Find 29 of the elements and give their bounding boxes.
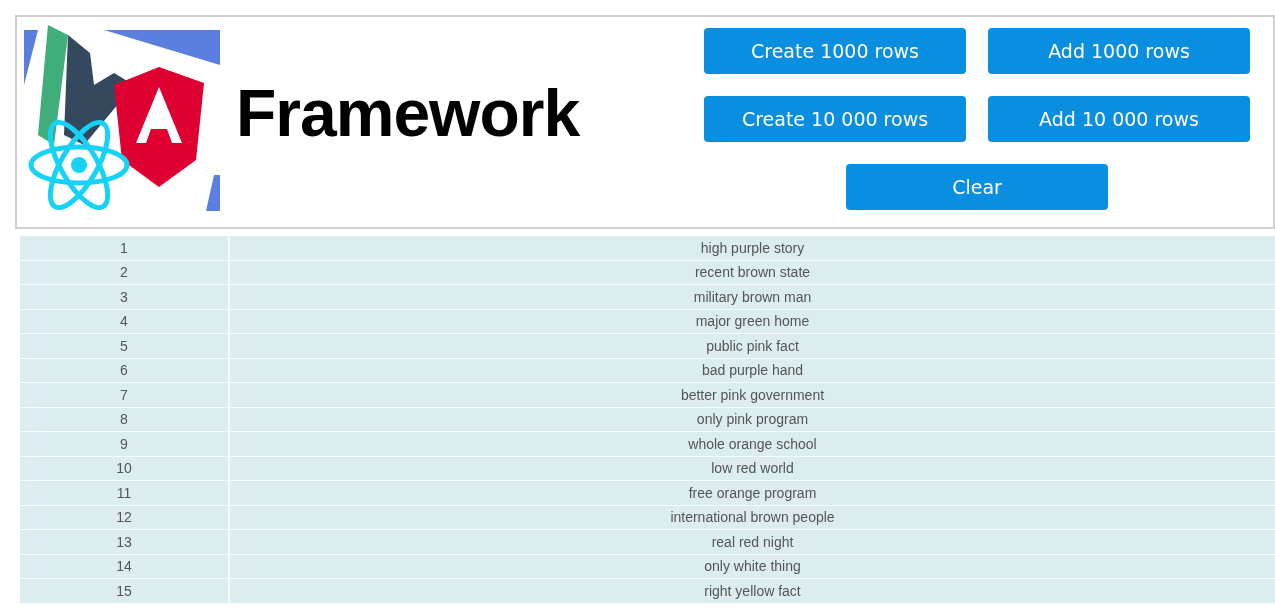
id-cell: 3 [20, 285, 230, 309]
id-cell: 5 [20, 334, 230, 358]
id-cell: 7 [20, 383, 230, 407]
id-cell: 9 [20, 432, 230, 456]
label-cell-text: public pink fact [705, 336, 800, 356]
label-cell-text: recent brown state [693, 263, 812, 283]
label-cell-text: international brown people [669, 508, 836, 528]
action-button[interactable]: Create 10 000 rows [704, 96, 966, 142]
label-cell-text: right yellow fact [703, 581, 802, 601]
page-title: Framework [236, 75, 581, 151]
label-cell-text: real red night [710, 532, 795, 552]
id-cell: 1 [20, 236, 230, 260]
action-button[interactable]: Clear [846, 164, 1108, 210]
label-cell-text: whole orange school [687, 434, 818, 454]
id-cell: 15 [20, 579, 230, 603]
label-cell-text: military brown man [692, 287, 813, 307]
label-cell-text: major green home [694, 312, 811, 332]
action-button[interactable]: Add 10 000 rows [988, 96, 1250, 142]
action-button[interactable]: Add 1000 rows [988, 28, 1250, 74]
label-cell-text: only white thing [703, 557, 802, 577]
label-cell-text: low red world [710, 459, 795, 479]
id-cell: 13 [20, 530, 230, 554]
id-cell: 11 [20, 481, 230, 505]
label-cell-text: bad purple hand [700, 361, 805, 381]
label-cell-text: only pink program [695, 410, 810, 430]
label-cell-text: high purple story [699, 238, 806, 258]
action-button[interactable]: Create 1000 rows [704, 28, 966, 74]
label-cell-text: better pink government [679, 385, 826, 405]
label-cell-text: free orange program [687, 483, 818, 503]
